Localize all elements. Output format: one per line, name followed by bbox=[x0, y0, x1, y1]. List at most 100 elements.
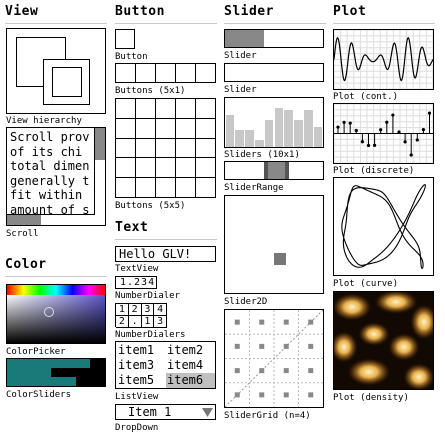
grid-node[interactable] bbox=[283, 319, 289, 325]
dialer-digit[interactable]: 3 bbox=[154, 316, 167, 328]
range-handle-low[interactable] bbox=[264, 162, 269, 179]
vertical-scrollbar[interactable] bbox=[94, 128, 105, 216]
horizontal-scrollbar[interactable] bbox=[7, 214, 95, 225]
dialer-digit[interactable]: 2 bbox=[128, 304, 142, 316]
grid-button[interactable] bbox=[136, 118, 156, 139]
grid-button[interactable] bbox=[176, 138, 196, 159]
list-item[interactable]: item4 bbox=[167, 358, 215, 373]
color-slider-hue[interactable] bbox=[7, 359, 91, 368]
multi-slider-bar[interactable] bbox=[254, 139, 264, 147]
grid-button[interactable] bbox=[156, 178, 176, 198]
grid-button[interactable] bbox=[156, 138, 176, 159]
text-view[interactable]: Hello GLV! bbox=[115, 246, 216, 262]
list-view[interactable]: item1 item2 item3 item4 item5 item6 bbox=[115, 341, 216, 389]
grid-node[interactable] bbox=[234, 319, 240, 325]
grid-button[interactable] bbox=[136, 138, 156, 159]
grid-node[interactable] bbox=[259, 343, 265, 349]
grid-button[interactable] bbox=[176, 64, 196, 83]
slider-range-fill[interactable] bbox=[264, 162, 289, 179]
plot-discrete[interactable] bbox=[333, 103, 434, 164]
grid-button[interactable] bbox=[116, 178, 136, 198]
view-hierarchy[interactable] bbox=[6, 28, 106, 114]
color-slider-value[interactable] bbox=[7, 377, 76, 386]
grid-button[interactable] bbox=[176, 178, 196, 198]
dialer-digit[interactable]: 3 bbox=[141, 304, 155, 316]
slider-2d[interactable] bbox=[224, 195, 324, 294]
grid-node[interactable] bbox=[308, 343, 314, 349]
multi-slider-bar[interactable] bbox=[245, 129, 254, 147]
color-slider-saturation[interactable] bbox=[7, 368, 52, 377]
grid-button[interactable] bbox=[196, 178, 216, 198]
grid-node[interactable] bbox=[234, 392, 240, 398]
grid-button[interactable] bbox=[176, 158, 196, 179]
scroll-view[interactable]: Scroll prov of its chi total dimen gener… bbox=[6, 127, 106, 226]
grid-button[interactable] bbox=[136, 64, 156, 83]
color-picker-handle[interactable] bbox=[44, 307, 54, 317]
dropdown[interactable]: Item 1 bbox=[115, 404, 216, 420]
grid-node[interactable] bbox=[259, 319, 265, 325]
grid-button[interactable] bbox=[196, 138, 216, 159]
grid-button[interactable] bbox=[116, 118, 136, 139]
multi-slider-bar[interactable] bbox=[264, 120, 274, 147]
range-handle-high[interactable] bbox=[284, 162, 289, 179]
color-sliders[interactable] bbox=[6, 358, 106, 387]
grid-button[interactable] bbox=[156, 64, 176, 83]
grid-button[interactable] bbox=[196, 64, 216, 83]
slider-range[interactable] bbox=[224, 161, 324, 180]
grid-button[interactable] bbox=[116, 64, 136, 83]
grid-button[interactable] bbox=[136, 158, 156, 179]
grid-button[interactable] bbox=[156, 99, 176, 119]
multi-slider-bar[interactable] bbox=[294, 120, 303, 147]
list-item[interactable]: item1 bbox=[118, 343, 168, 358]
slider-grid-canvas[interactable] bbox=[225, 310, 323, 407]
multi-slider-bar[interactable] bbox=[225, 115, 235, 147]
grid-node[interactable] bbox=[283, 368, 289, 374]
grid-button[interactable] bbox=[156, 118, 176, 139]
multi-slider-bar[interactable] bbox=[303, 110, 313, 147]
saturation-field[interactable] bbox=[7, 295, 105, 343]
grid-button[interactable] bbox=[196, 99, 216, 119]
grid-node[interactable] bbox=[308, 319, 314, 325]
slider-2d-handle[interactable] bbox=[274, 252, 286, 265]
grid-button[interactable] bbox=[156, 158, 176, 179]
list-item-selected[interactable]: item6 bbox=[166, 373, 215, 388]
slider-1[interactable] bbox=[224, 29, 324, 48]
grid-button[interactable] bbox=[136, 99, 156, 119]
grid-node[interactable] bbox=[308, 368, 314, 374]
grid-node[interactable] bbox=[234, 343, 240, 349]
grid-button[interactable] bbox=[116, 158, 136, 179]
plot-density[interactable] bbox=[333, 291, 434, 390]
button-grid-5x5[interactable] bbox=[115, 98, 216, 198]
list-item[interactable]: item3 bbox=[118, 358, 168, 373]
grid-button[interactable] bbox=[196, 118, 216, 139]
dialer-digit[interactable]: . bbox=[128, 316, 142, 328]
grid-button[interactable] bbox=[116, 138, 136, 159]
dialer-digit[interactable]: 4 bbox=[154, 304, 167, 316]
multi-slider-bar[interactable] bbox=[235, 129, 245, 147]
button-row-5x1[interactable] bbox=[115, 63, 216, 83]
view-child[interactable] bbox=[43, 59, 90, 105]
dialer-digit[interactable]: 1 bbox=[141, 316, 155, 328]
view-grandchild[interactable] bbox=[52, 67, 82, 97]
multi-slider-bar[interactable] bbox=[313, 127, 323, 147]
slider-2[interactable] bbox=[224, 63, 324, 82]
single-button[interactable] bbox=[115, 29, 135, 49]
plot-continuous[interactable] bbox=[333, 29, 434, 90]
chevron-down-icon[interactable] bbox=[202, 408, 213, 417]
plot-curve[interactable] bbox=[333, 177, 434, 276]
grid-node[interactable] bbox=[283, 343, 289, 349]
color-picker[interactable] bbox=[6, 284, 106, 344]
grid-button[interactable] bbox=[196, 158, 216, 179]
list-item[interactable]: item2 bbox=[167, 343, 215, 358]
number-dialers[interactable]: 1 2 3 4 2 . 1 3 bbox=[115, 303, 167, 328]
dialer-digit[interactable]: 1 bbox=[116, 304, 129, 316]
list-item[interactable]: item5 bbox=[118, 373, 168, 388]
grid-node[interactable] bbox=[259, 368, 265, 374]
grid-button[interactable] bbox=[136, 178, 156, 198]
multi-slider-bar[interactable] bbox=[274, 107, 284, 147]
horizontal-scroll-thumb[interactable] bbox=[7, 215, 41, 225]
grid-node[interactable] bbox=[234, 368, 240, 374]
grid-button[interactable] bbox=[176, 99, 196, 119]
number-dialer[interactable]: 1.234 bbox=[115, 276, 157, 289]
grid-button[interactable] bbox=[116, 99, 136, 119]
